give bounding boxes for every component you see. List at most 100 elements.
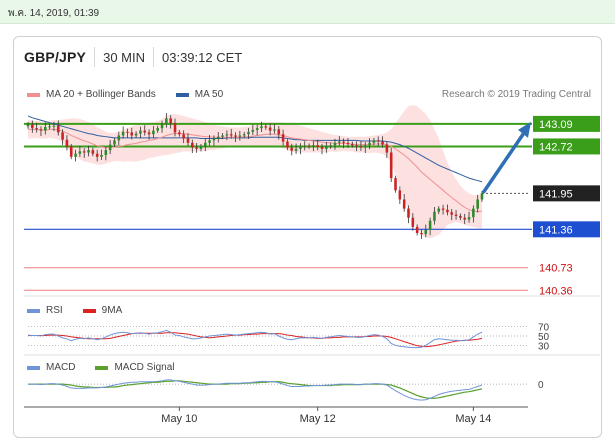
candle-body bbox=[381, 141, 384, 145]
candle-body bbox=[156, 128, 159, 131]
x-tick-label: May 14 bbox=[455, 413, 491, 425]
candle-body bbox=[402, 199, 406, 209]
candle-body bbox=[44, 126, 47, 131]
candle-body bbox=[126, 131, 129, 133]
candle-body bbox=[95, 153, 99, 157]
candle-body bbox=[104, 150, 108, 155]
candle-body bbox=[255, 128, 259, 130]
candle-body bbox=[281, 134, 285, 142]
candle-body bbox=[139, 130, 142, 134]
candle-body bbox=[56, 125, 60, 133]
candle-body bbox=[346, 142, 350, 144]
candle-body bbox=[268, 127, 272, 131]
candle-body bbox=[117, 135, 121, 141]
candle-body bbox=[385, 144, 389, 153]
candle-body bbox=[329, 145, 332, 147]
candle-body bbox=[428, 220, 432, 230]
candle-body bbox=[195, 147, 198, 149]
price-tag-label: 141.95 bbox=[539, 188, 573, 200]
candle-body bbox=[191, 142, 194, 148]
candle-body bbox=[113, 140, 116, 145]
candle-body bbox=[433, 211, 436, 221]
candle-body bbox=[121, 131, 125, 136]
macd-signal-line bbox=[28, 380, 483, 399]
candle-body bbox=[165, 118, 168, 125]
candle-body bbox=[303, 145, 307, 147]
candle-body bbox=[78, 151, 82, 154]
target-arrow-shaft bbox=[482, 131, 526, 194]
candle-body bbox=[459, 215, 462, 218]
candle-body bbox=[437, 208, 441, 212]
candle-body bbox=[273, 129, 276, 131]
candle-body bbox=[238, 135, 242, 137]
candle-body bbox=[152, 130, 155, 135]
candle-body bbox=[216, 136, 220, 139]
candle-body bbox=[338, 141, 341, 143]
candle-body bbox=[299, 146, 302, 149]
support-price-label: 140.36 bbox=[539, 285, 573, 297]
candle-body bbox=[359, 146, 363, 148]
candle-body bbox=[260, 126, 263, 129]
candle-body bbox=[424, 229, 428, 235]
candle-body bbox=[26, 124, 30, 127]
candle-body bbox=[264, 126, 268, 128]
candle-body bbox=[398, 190, 402, 200]
candle-body bbox=[389, 152, 393, 179]
candle-body bbox=[100, 154, 103, 157]
candle-body bbox=[225, 134, 229, 136]
candle-body bbox=[351, 144, 354, 146]
x-tick-label: May 10 bbox=[161, 413, 197, 425]
candle-body bbox=[407, 208, 410, 218]
candle-body bbox=[463, 217, 466, 220]
candle-body bbox=[173, 123, 177, 133]
candle-body bbox=[446, 209, 449, 213]
candle-body bbox=[333, 142, 337, 146]
candle-body bbox=[247, 131, 250, 135]
candle-body bbox=[160, 124, 164, 129]
candle-body bbox=[52, 125, 56, 127]
candle-body bbox=[199, 146, 203, 149]
macd-tick-label: 0 bbox=[538, 380, 544, 391]
candle-body bbox=[169, 118, 172, 124]
candle-body bbox=[234, 135, 237, 137]
candle-body bbox=[454, 214, 458, 216]
candle-body bbox=[376, 140, 380, 142]
candle-body bbox=[229, 134, 233, 136]
candle-body bbox=[307, 145, 311, 147]
candle-body bbox=[415, 226, 419, 233]
candle-body bbox=[91, 150, 95, 154]
candle-body bbox=[363, 145, 367, 148]
candle-body bbox=[472, 208, 475, 218]
candle-body bbox=[316, 145, 319, 148]
candle-body bbox=[186, 138, 190, 143]
candle-body bbox=[69, 146, 73, 157]
candle-body bbox=[355, 145, 358, 147]
candle-body bbox=[441, 208, 445, 210]
price-tag-label: 141.36 bbox=[539, 224, 573, 236]
candle-body bbox=[82, 151, 86, 153]
candle-body bbox=[480, 193, 484, 200]
candle-body bbox=[35, 128, 38, 130]
candle-body bbox=[467, 217, 471, 220]
candle-body bbox=[286, 141, 289, 148]
candle-body bbox=[130, 132, 134, 136]
candle-body bbox=[31, 124, 34, 129]
candle-body bbox=[147, 132, 151, 135]
candle-body bbox=[420, 232, 423, 235]
candle-body bbox=[48, 126, 51, 128]
candle-body bbox=[74, 153, 77, 157]
candle-body bbox=[450, 212, 454, 215]
candle-body bbox=[251, 129, 255, 132]
candle-body bbox=[182, 134, 185, 139]
candle-body bbox=[203, 142, 207, 147]
candle-body bbox=[368, 142, 371, 146]
candle-body bbox=[312, 145, 315, 147]
candle-body bbox=[320, 147, 324, 149]
candle-body bbox=[134, 133, 138, 136]
candle-body bbox=[212, 138, 216, 141]
candle-body bbox=[242, 134, 246, 136]
candle-body bbox=[290, 147, 294, 151]
candle-body bbox=[108, 144, 112, 151]
price-tag-label: 143.09 bbox=[539, 119, 573, 131]
x-tick-label: May 12 bbox=[300, 413, 336, 425]
